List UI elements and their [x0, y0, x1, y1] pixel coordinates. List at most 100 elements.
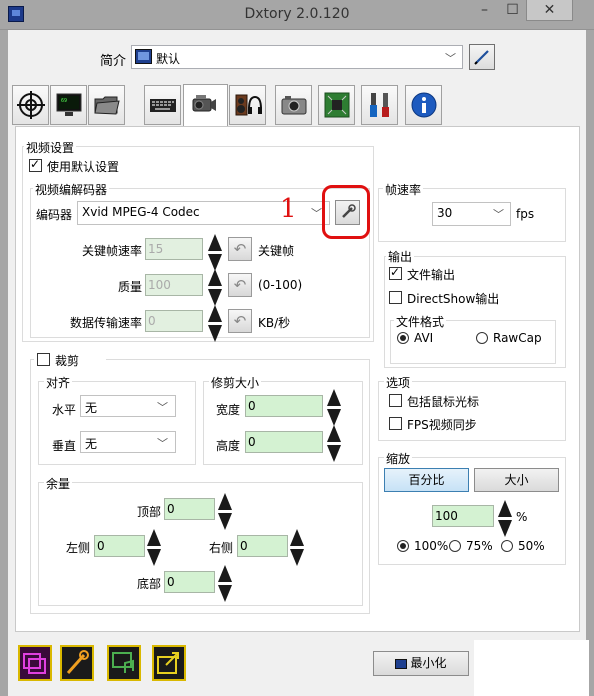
- video-camera-icon: [192, 95, 216, 112]
- width-spinner[interactable]: [326, 389, 341, 426]
- top-input[interactable]: 0: [164, 498, 215, 520]
- tab-chip[interactable]: [318, 85, 355, 125]
- fps-sync-label: FPS视频同步: [407, 418, 477, 432]
- title-bar[interactable]: Dxtory 2.0.120 – ☐ ✕: [0, 0, 594, 30]
- fps-value: 30: [437, 206, 453, 220]
- vertical-label: 垂直: [52, 439, 77, 453]
- file-format-label: 文件格式: [394, 313, 447, 330]
- window-frame-left: [0, 30, 8, 696]
- speaker-headphones-icon: [235, 94, 262, 116]
- tab-keyboard[interactable]: [144, 85, 181, 125]
- horizontal-select[interactable]: 无 ﹀: [80, 395, 176, 417]
- chevron-down-icon: ﹀: [157, 401, 168, 414]
- quality-label: 质量: [118, 280, 143, 294]
- tab-folder[interactable]: [88, 85, 125, 125]
- close-window-button[interactable]: ✕: [526, 0, 573, 21]
- scale-50-radio[interactable]: [501, 540, 513, 552]
- align-label: 对齐: [44, 374, 73, 391]
- tab-info[interactable]: [405, 85, 442, 125]
- scale-label: 缩放: [384, 450, 413, 467]
- overlay-toggle-button[interactable]: [18, 645, 52, 681]
- use-default-checkbox[interactable]: [29, 157, 42, 172]
- fps-unit: fps: [516, 207, 535, 221]
- directshow-output-checkbox[interactable]: [389, 291, 402, 304]
- keyframe-reset-button[interactable]: ↶: [228, 237, 252, 261]
- chevron-down-icon: ﹀: [493, 208, 504, 221]
- quality-reset-button[interactable]: ↶: [228, 273, 252, 297]
- keyframe-unit: 关键帧: [258, 244, 295, 258]
- options-label: 选项: [384, 374, 413, 391]
- tab-crosshair[interactable]: [12, 85, 49, 125]
- quality-spinner[interactable]: [207, 269, 222, 306]
- right-label: 右侧: [209, 541, 234, 555]
- rawcap-radio[interactable]: [476, 332, 488, 344]
- width-label: 宽度: [216, 403, 241, 417]
- scale-input[interactable]: 100: [432, 505, 494, 527]
- horizontal-label: 水平: [52, 403, 77, 417]
- keyframe-spinner[interactable]: [207, 234, 222, 271]
- monitor-icon: 69: [56, 93, 82, 116]
- codec-label: 编码器: [36, 208, 73, 222]
- bottom-input[interactable]: 0: [164, 571, 215, 593]
- tools-button[interactable]: [60, 645, 94, 681]
- right-spinner[interactable]: [289, 529, 304, 566]
- fps-select[interactable]: 30 ﹀: [432, 202, 511, 226]
- height-label: 高度: [216, 439, 241, 453]
- chip-icon: [324, 92, 350, 118]
- profile-select[interactable]: 默认 ﹀: [131, 45, 463, 69]
- datarate-input[interactable]: 0: [145, 310, 203, 332]
- monitor-icon: [395, 658, 408, 669]
- crop-checkbox[interactable]: [37, 353, 50, 366]
- svg-text:69: 69: [61, 98, 67, 104]
- vertical-select[interactable]: 无 ﹀: [80, 431, 176, 453]
- pencil-icon: [474, 50, 489, 65]
- export-button[interactable]: [152, 645, 186, 681]
- keyframe-input[interactable]: 15: [145, 238, 203, 260]
- height-input[interactable]: 0: [245, 431, 323, 453]
- include-cursor-checkbox[interactable]: [389, 394, 402, 407]
- trim-size-label: 修剪大小: [209, 374, 262, 391]
- tab-photo-camera[interactable]: [275, 85, 312, 125]
- scale-size-button[interactable]: 大小: [474, 468, 559, 492]
- top-spinner[interactable]: [217, 493, 232, 530]
- margin-label: 余量: [44, 475, 73, 492]
- scale-spinner[interactable]: [497, 500, 512, 537]
- avi-radio[interactable]: [397, 332, 409, 344]
- tab-video-camera[interactable]: [183, 84, 228, 127]
- chevron-down-icon: ﹀: [157, 437, 168, 450]
- minimize-window-button[interactable]: –: [470, 0, 499, 21]
- right-input[interactable]: 0: [237, 535, 288, 557]
- file-output-checkbox[interactable]: [389, 265, 402, 280]
- export-icon: [157, 652, 179, 674]
- horizontal-value: 无: [85, 401, 98, 415]
- left-spinner[interactable]: [146, 529, 161, 566]
- width-input[interactable]: 0: [245, 395, 323, 417]
- scale-percent-button[interactable]: 百分比: [384, 468, 469, 492]
- datarate-spinner[interactable]: [207, 305, 222, 342]
- file-output-label: 文件输出: [407, 268, 456, 282]
- scale-100-radio[interactable]: [397, 540, 409, 552]
- photo-camera-icon: [281, 96, 307, 115]
- profile-edit-button[interactable]: [469, 44, 495, 70]
- datarate-reset-button[interactable]: ↶: [228, 309, 252, 333]
- annotation-number: 1: [280, 194, 297, 224]
- rawcap-label: RawCap: [493, 331, 542, 345]
- tab-speaker-headphones[interactable]: [229, 85, 266, 125]
- bottom-spinner[interactable]: [217, 565, 232, 602]
- scale-75-radio[interactable]: [449, 540, 461, 552]
- keyframe-label: 关键帧速率: [82, 244, 143, 258]
- maximize-window-button[interactable]: ☐: [499, 0, 526, 21]
- fps-label: 帧速率: [383, 181, 424, 198]
- tab-tools[interactable]: [361, 85, 398, 125]
- minimize-to-tray-button[interactable]: 最小化: [373, 651, 469, 676]
- codec-value: Xvid MPEG-4 Codec: [82, 205, 200, 219]
- windows-stack-icon: [23, 653, 46, 674]
- tab-monitor[interactable]: 69: [50, 85, 87, 125]
- quality-input[interactable]: 100: [145, 274, 203, 296]
- audio-toggle-button[interactable]: [107, 645, 141, 681]
- fps-sync-checkbox[interactable]: [389, 417, 402, 430]
- chevron-down-icon: ﹀: [311, 207, 322, 220]
- avi-label: AVI: [414, 331, 434, 345]
- left-input[interactable]: 0: [94, 535, 145, 557]
- height-spinner[interactable]: [326, 425, 341, 462]
